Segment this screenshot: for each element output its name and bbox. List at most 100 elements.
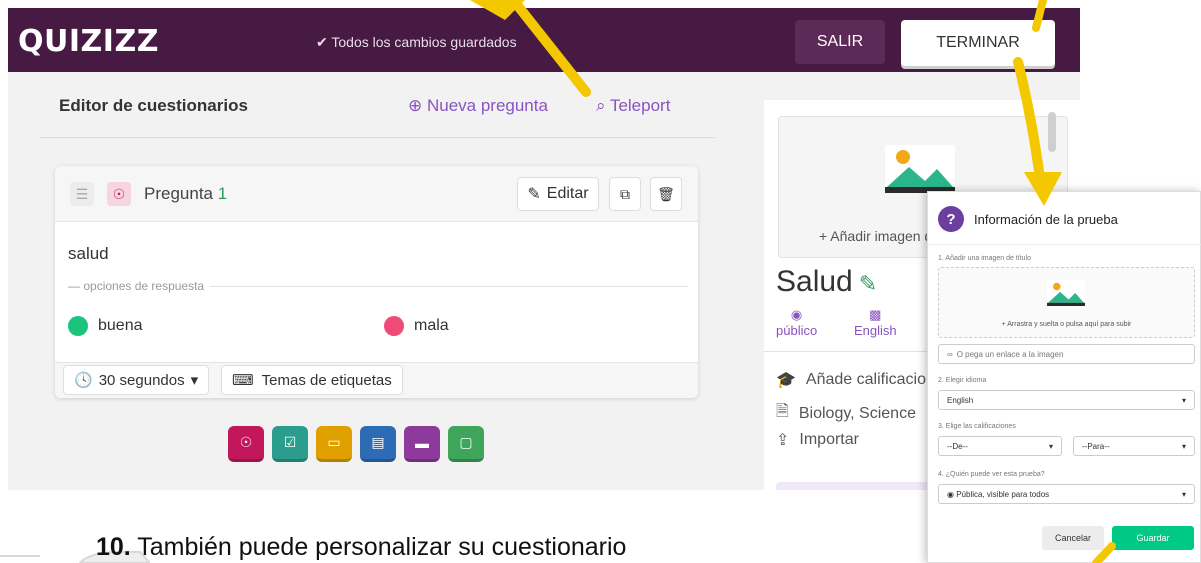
image-upload-zone[interactable]: + Arrastra y suelta o pulsa aquí para su… bbox=[938, 267, 1195, 338]
drag-handle-icon[interactable]: ☰ bbox=[70, 182, 94, 206]
edit-label: Editar bbox=[546, 185, 589, 202]
graduation-cap-icon: 🎓 bbox=[776, 372, 796, 389]
answer-option: mala bbox=[384, 316, 449, 336]
poll-icon[interactable]: ▤ bbox=[360, 426, 396, 462]
eye-icon: ◉ bbox=[790, 307, 803, 322]
incorrect-dot-icon bbox=[384, 316, 404, 336]
grade-to-value: --Para-- bbox=[1082, 441, 1110, 451]
time-select[interactable]: 🕓 30 segundos ▾ bbox=[63, 365, 210, 395]
caret-down-icon: ▾ bbox=[190, 372, 199, 389]
radio-icon[interactable]: ☉ bbox=[228, 426, 264, 462]
grade-from-select[interactable]: --De-- ▾ bbox=[938, 436, 1062, 456]
language-select[interactable]: English ▾ bbox=[938, 390, 1195, 410]
dialog-header: ? Información de la prueba bbox=[938, 206, 1118, 232]
teleport-button[interactable]: ⌕ Teleport bbox=[596, 96, 670, 116]
time-value: 30 segundos bbox=[98, 371, 185, 389]
scrollbar[interactable] bbox=[1048, 112, 1056, 152]
pencil-icon[interactable]: ✎ bbox=[859, 271, 877, 296]
grades-label: Añade calificacion bbox=[805, 371, 935, 388]
search-icon: ⌕ bbox=[596, 96, 606, 115]
open-ended-icon[interactable]: ▬ bbox=[404, 426, 440, 462]
teleport-label: Teleport bbox=[609, 96, 671, 115]
step2-label: 2. Elegir idioma bbox=[938, 377, 987, 384]
import-row[interactable]: ⇪ Importar bbox=[776, 430, 859, 450]
correct-dot-icon bbox=[68, 316, 88, 336]
options-label: — opciones de respuesta bbox=[68, 279, 211, 293]
translate-icon: ▩ bbox=[869, 307, 882, 322]
question-label-text: Pregunta bbox=[144, 184, 213, 203]
link-icon: ∞ bbox=[947, 349, 953, 359]
answer-option: buena bbox=[68, 316, 143, 336]
tag-icon: ⌨ bbox=[232, 372, 254, 389]
duplicate-button[interactable]: ⧉ bbox=[609, 177, 641, 211]
visibility-value: Pública, visible para todos bbox=[956, 489, 1050, 499]
quizizz-editor-screenshot: QUIZIZZ ✔ Todos los cambios guardados SA… bbox=[8, 8, 1080, 490]
exit-button[interactable]: SALIR bbox=[795, 20, 885, 64]
language-value: English bbox=[947, 395, 974, 405]
visibility-value-row: ◉ Pública, visible para todos bbox=[947, 490, 1049, 499]
save-button[interactable]: Guardar bbox=[1112, 526, 1194, 550]
quiz-title: Salud ✎ bbox=[776, 265, 877, 299]
fill-blank-icon[interactable]: ▭ bbox=[316, 426, 352, 462]
caret-down-icon: ▾ bbox=[1181, 489, 1186, 499]
caret-down-icon: ▾ bbox=[1048, 441, 1053, 451]
instruction-caption: 10. También puede personalizar su cuesti… bbox=[96, 533, 626, 562]
quiz-title-text: Salud bbox=[776, 265, 853, 298]
question-footer: 🕓 30 segundos ▾ ⌨ Temas de etiquetas bbox=[55, 362, 698, 398]
answer-option-text: mala bbox=[414, 317, 449, 334]
question-type-bar: ☉ ☑ ▭ ▤ ▬ ▢ bbox=[228, 426, 484, 462]
import-icon: ⇪ bbox=[776, 432, 790, 449]
trash-icon: 🗑 bbox=[657, 185, 675, 202]
checkbox-icon[interactable]: ☑ bbox=[272, 426, 308, 462]
dialog-title: Información de la prueba bbox=[974, 211, 1118, 227]
step4-label: 4. ¿Quién puede ver esta prueba? bbox=[938, 471, 1045, 478]
stage: QUIZIZZ ✔ Todos los cambios guardados SA… bbox=[0, 0, 1201, 563]
copy-icon: ⧉ bbox=[620, 185, 630, 202]
step1-label: 1. Añadir una imagen de título bbox=[938, 255, 1032, 262]
book-icon: 🗎 bbox=[776, 403, 789, 420]
add-image-label: + Añadir imagen del bbox=[819, 228, 944, 244]
finish-button[interactable]: TERMINAR bbox=[901, 20, 1055, 66]
pencil-icon: ✎ bbox=[527, 186, 541, 203]
step3-label: 3. Elige las calificaciones bbox=[938, 423, 1016, 430]
edit-button[interactable]: ✎ Editar bbox=[517, 177, 599, 211]
cancel-button[interactable]: Cancelar bbox=[1042, 526, 1104, 550]
image-placeholder-icon bbox=[885, 145, 955, 193]
quizizz-question-icon: ? bbox=[938, 206, 964, 232]
image-link-placeholder: O pega un enlace a la imagen bbox=[956, 349, 1064, 359]
import-label: Importar bbox=[799, 431, 859, 448]
visibility-select[interactable]: ◉ Pública, visible para todos ▾ bbox=[938, 484, 1195, 504]
caret-down-icon: ▾ bbox=[1181, 441, 1186, 451]
image-placeholder-icon bbox=[1047, 280, 1085, 306]
save-status: ✔ Todos los cambios guardados bbox=[316, 34, 517, 50]
eye-icon: ◉ bbox=[947, 489, 957, 499]
divider bbox=[928, 244, 1201, 245]
image-link-input[interactable]: ∞ O pega un enlace a la imagen bbox=[938, 344, 1195, 364]
clock-icon: 🕓 bbox=[74, 372, 93, 389]
divider bbox=[39, 137, 715, 138]
question-label: Pregunta 1 bbox=[144, 184, 227, 204]
answer-option-text: buena bbox=[98, 317, 143, 334]
language-label: English bbox=[854, 323, 897, 338]
grade-to-select[interactable]: --Para-- ▾ bbox=[1073, 436, 1195, 456]
quizizz-logo: QUIZIZZ bbox=[18, 24, 159, 59]
question-text: salud bbox=[68, 244, 109, 263]
caption-text: También puede personalizar su cuestionar… bbox=[130, 533, 627, 561]
editor-title: Editor de cuestionarios bbox=[59, 96, 248, 115]
slide-icon[interactable]: ▢ bbox=[448, 426, 484, 462]
subjects-row[interactable]: 🗎 Biology, Science bbox=[776, 400, 916, 427]
question-header: ☰ ☉ Pregunta 1 ✎ Editar ⧉ 🗑 bbox=[55, 166, 698, 222]
visibility-meta[interactable]: ◉ público bbox=[776, 307, 817, 339]
caret-down-icon: ▾ bbox=[1181, 395, 1186, 405]
delete-button[interactable]: 🗑 bbox=[650, 177, 682, 211]
subjects-label: Biology, Science bbox=[798, 404, 916, 422]
new-question-button[interactable]: ⊕ Nueva pregunta bbox=[408, 96, 548, 116]
visibility-label: público bbox=[776, 323, 818, 338]
step-number: 10. bbox=[96, 533, 131, 561]
language-meta[interactable]: ▩ English bbox=[854, 307, 897, 339]
tags-button[interactable]: ⌨ Temas de etiquetas bbox=[221, 365, 403, 395]
upload-text: + Arrastra y suelta o pulsa aquí para su… bbox=[1001, 321, 1132, 328]
grade-from-value: --De-- bbox=[947, 441, 968, 451]
grades-row[interactable]: 🎓 Añade calificacion bbox=[776, 370, 935, 390]
question-number: 1 bbox=[217, 184, 228, 203]
